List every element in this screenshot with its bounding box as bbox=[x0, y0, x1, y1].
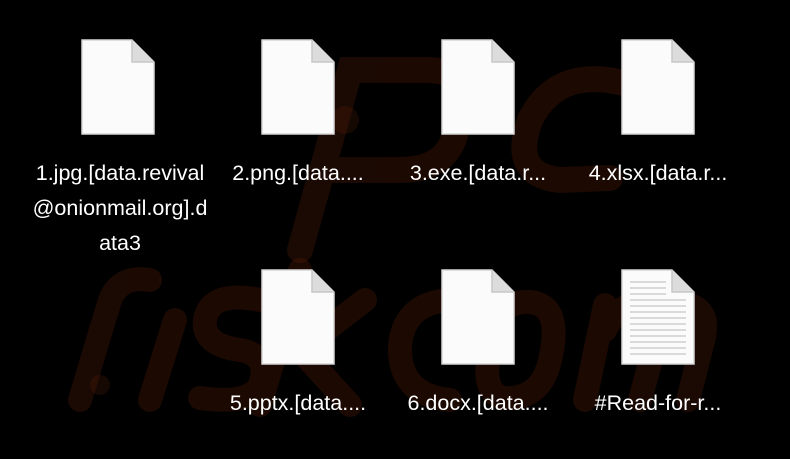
file-name: #Read-for-r... bbox=[594, 391, 722, 415]
file-name: 6.docx.[data.... bbox=[407, 391, 549, 415]
file-name: 5.pptx.[data.... bbox=[229, 391, 367, 415]
text-document-icon bbox=[621, 269, 695, 365]
blank-document-icon bbox=[261, 269, 335, 365]
file-item[interactable]: 2.png.[data.... bbox=[208, 38, 388, 191]
file-name: 3.exe.[data.r... bbox=[409, 161, 547, 185]
blank-document-icon bbox=[261, 39, 335, 135]
file-item[interactable]: 5.pptx.[data.... bbox=[208, 268, 388, 421]
blank-document-icon bbox=[441, 39, 515, 135]
blank-document-icon bbox=[441, 269, 515, 365]
file-name: 1.jpg.[data.revival@onionmail.org].data3 bbox=[32, 161, 208, 255]
file-name: 2.png.[data.... bbox=[232, 161, 364, 185]
file-name: 4.xlsx.[data.r... bbox=[588, 161, 728, 185]
file-item[interactable]: 6.docx.[data.... bbox=[388, 268, 568, 421]
file-item[interactable]: #Read-for-r... bbox=[568, 268, 748, 421]
file-item[interactable]: 1.jpg.[data.revival@onionmail.org].data3 bbox=[28, 38, 208, 261]
blank-document-icon bbox=[81, 39, 155, 135]
file-item[interactable]: 4.xlsx.[data.r... bbox=[568, 38, 748, 191]
blank-document-icon bbox=[621, 39, 695, 135]
file-item[interactable]: 3.exe.[data.r... bbox=[388, 38, 568, 191]
